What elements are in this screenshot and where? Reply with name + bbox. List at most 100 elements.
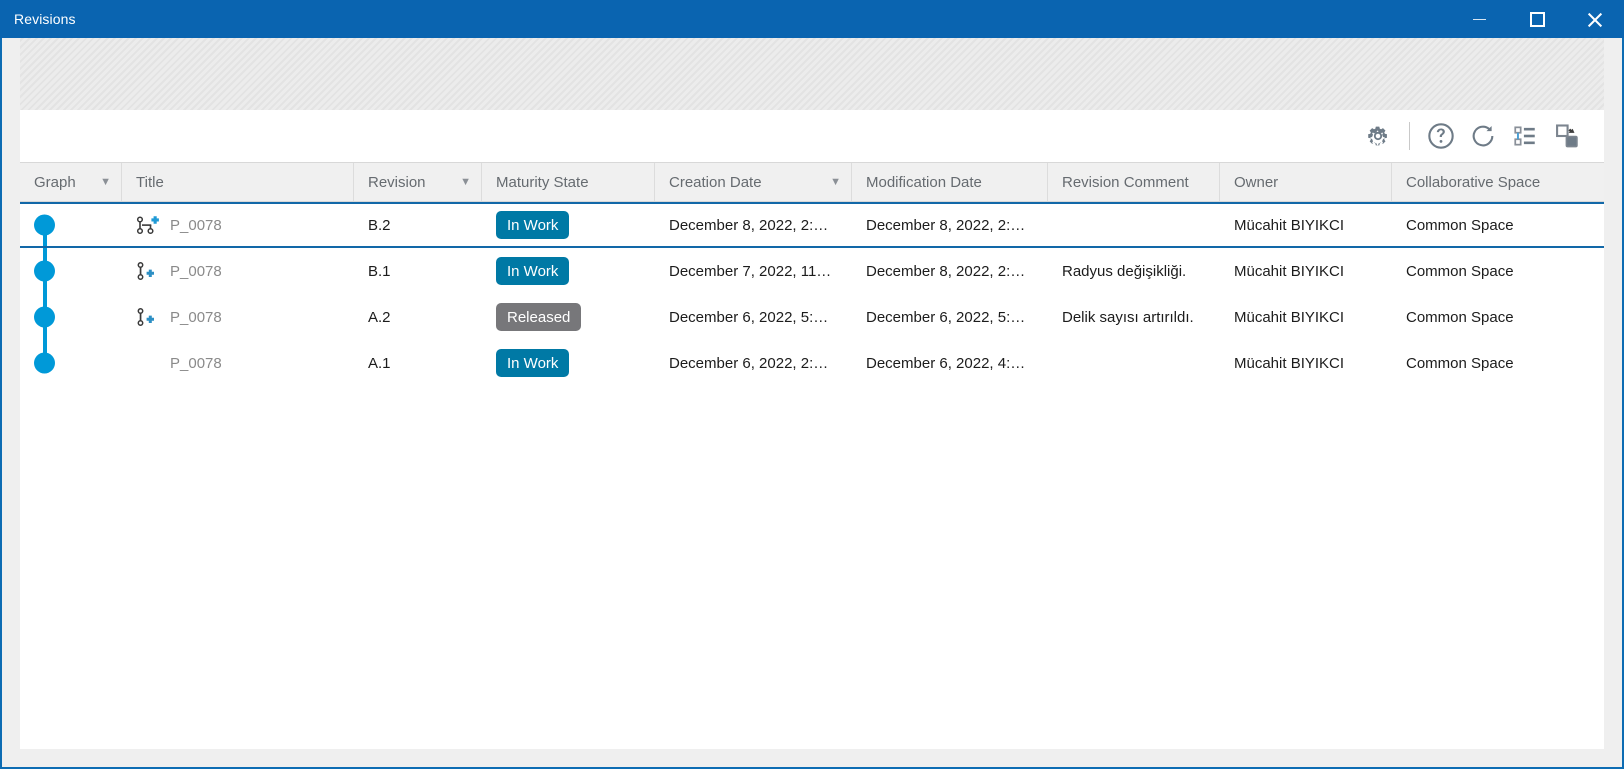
- cell-maturity-state: In Work: [482, 248, 655, 294]
- tree-list-button[interactable]: [1504, 115, 1546, 157]
- table-body: P_0078 B.2 In Work December 8, 2022, 2:… Dec…: [20, 202, 1604, 749]
- cell-title: P_0078: [122, 204, 354, 246]
- column-header-creation-date[interactable]: Creation Date ▼: [655, 163, 852, 201]
- cell-creation-date: December 6, 2022, 5:…: [669, 308, 829, 326]
- cell-owner: Mücahit BIYIKCI: [1234, 262, 1345, 280]
- cell-revision-comment: Radyus değişikliği.: [1062, 262, 1187, 280]
- cell-collaborative-space: Common Space: [1406, 308, 1514, 326]
- cell-modification-date: December 8, 2022, 2:…: [866, 216, 1026, 234]
- status-badge: In Work: [496, 349, 570, 377]
- cell-revision: A.2: [368, 308, 391, 326]
- maximize-icon: [1529, 11, 1545, 27]
- restore-down-icon: [1556, 124, 1578, 148]
- column-header-label: Modification Date: [866, 173, 982, 191]
- sort-caret-icon: ▼: [460, 175, 471, 188]
- revision-branch-add-icon: [136, 216, 159, 235]
- column-header-label: Creation Date: [669, 173, 762, 191]
- help-button[interactable]: [1420, 115, 1462, 157]
- cell-revision-comment: [1048, 340, 1220, 386]
- settings-button[interactable]: [1357, 115, 1399, 157]
- title-text: P_0078: [170, 354, 222, 372]
- cell-modification-date: December 6, 2022, 4:…: [866, 354, 1026, 372]
- minimize-button[interactable]: [1450, 0, 1508, 38]
- close-icon: [1586, 10, 1604, 28]
- revisions-table: Graph ▼ Title Revision ▼ Maturity State: [20, 162, 1604, 749]
- cell-title: P_0078: [122, 248, 354, 294]
- sort-caret-icon: ▼: [100, 175, 111, 188]
- toolbar: [20, 110, 1604, 162]
- window-title: Revisions: [14, 11, 76, 27]
- column-header-graph[interactable]: Graph ▼: [20, 163, 122, 201]
- close-button[interactable]: [1566, 0, 1624, 38]
- graph-node-icon[interactable]: [34, 214, 55, 236]
- table-row[interactable]: P_0078 A.1 In Work December 6, 2022, 2:… Dec…: [20, 340, 1604, 386]
- revisions-window: Revisions Graph ▼ Title Revision ▼ Matur…: [0, 0, 1624, 769]
- cell-modification-date: December 6, 2022, 5:…: [866, 308, 1026, 326]
- gear-icon: [1368, 126, 1387, 146]
- column-header-collaborative-space[interactable]: Collaborative Space: [1392, 163, 1604, 201]
- cell-collaborative-space: Common Space: [1406, 216, 1514, 234]
- column-header-revision-comment[interactable]: Revision Comment: [1048, 163, 1220, 201]
- cell-revision: A.1: [368, 354, 391, 372]
- title-bar: Revisions: [0, 0, 1624, 38]
- sort-caret-icon: ▼: [830, 175, 841, 188]
- cell-graph[interactable]: [20, 294, 122, 340]
- cell-revision-comment: Delik sayısı artırıldı.: [1062, 308, 1194, 326]
- table-row[interactable]: P_0078 B.2 In Work December 8, 2022, 2:… Dec…: [20, 202, 1604, 248]
- status-badge: Released: [496, 303, 582, 331]
- window-controls: [1450, 0, 1624, 38]
- cell-owner: Mücahit BIYIKCI: [1234, 216, 1345, 234]
- cell-graph[interactable]: [20, 340, 122, 386]
- column-header-label: Maturity State: [496, 173, 589, 191]
- no-icon-spacer: [136, 353, 162, 373]
- column-header-modification-date[interactable]: Modification Date: [852, 163, 1048, 201]
- tree-list-icon: [1514, 126, 1535, 146]
- column-header-label: Revision Comment: [1062, 173, 1189, 191]
- graph-node-icon[interactable]: [34, 352, 55, 374]
- title-text: P_0078: [170, 308, 222, 326]
- cell-graph[interactable]: [20, 204, 122, 246]
- minimize-icon: [1472, 18, 1486, 20]
- column-header-label: Title: [136, 173, 164, 191]
- window-body: Graph ▼ Title Revision ▼ Maturity State: [2, 38, 1622, 767]
- content-panel: Graph ▼ Title Revision ▼ Maturity State: [20, 110, 1604, 749]
- cell-owner: Mücahit BIYIKCI: [1234, 308, 1345, 326]
- column-header-maturity-state[interactable]: Maturity State: [482, 163, 655, 201]
- status-badge: In Work: [496, 257, 570, 285]
- refresh-button[interactable]: [1462, 115, 1504, 157]
- column-header-owner[interactable]: Owner: [1220, 163, 1392, 201]
- column-header-title[interactable]: Title: [122, 163, 354, 201]
- title-text: P_0078: [170, 216, 222, 234]
- cell-revision: B.1: [368, 262, 391, 280]
- maximize-button[interactable]: [1508, 0, 1566, 38]
- column-header-revision[interactable]: Revision ▼: [354, 163, 482, 201]
- title-text: P_0078: [170, 262, 222, 280]
- refresh-icon: [1472, 125, 1494, 147]
- graph-node-icon[interactable]: [34, 260, 55, 282]
- hatched-background-band: [20, 38, 1604, 110]
- table-row[interactable]: P_0078 A.2 Released December 6, 2022, 5:… De…: [20, 294, 1604, 340]
- cell-maturity-state: In Work: [482, 340, 655, 386]
- column-header-label: Revision: [368, 173, 426, 191]
- cell-revision: B.2: [368, 216, 391, 234]
- cell-maturity-state: In Work: [482, 204, 655, 246]
- column-header-label: Graph: [34, 173, 76, 191]
- table-row[interactable]: P_0078 B.1 In Work December 7, 2022, 11… Dec…: [20, 248, 1604, 294]
- status-badge: In Work: [496, 211, 570, 239]
- cell-owner: Mücahit BIYIKCI: [1234, 354, 1345, 372]
- cell-title: P_0078: [122, 294, 354, 340]
- cell-creation-date: December 6, 2022, 2:…: [669, 354, 829, 372]
- cell-maturity-state: Released: [482, 294, 655, 340]
- toolbar-separator: [1409, 122, 1410, 150]
- cell-title: P_0078: [122, 340, 354, 386]
- cell-revision-comment: [1048, 204, 1220, 246]
- cell-creation-date: December 8, 2022, 2:…: [669, 216, 829, 234]
- help-icon: [1428, 123, 1454, 149]
- table-header-row: Graph ▼ Title Revision ▼ Maturity State: [20, 162, 1604, 202]
- graph-node-icon[interactable]: [34, 306, 55, 328]
- column-header-label: Owner: [1234, 173, 1279, 191]
- restore-down-button[interactable]: [1546, 115, 1588, 157]
- cell-graph[interactable]: [20, 248, 122, 294]
- revision-link-add-icon: [137, 262, 154, 280]
- cell-creation-date: December 7, 2022, 11…: [669, 262, 832, 280]
